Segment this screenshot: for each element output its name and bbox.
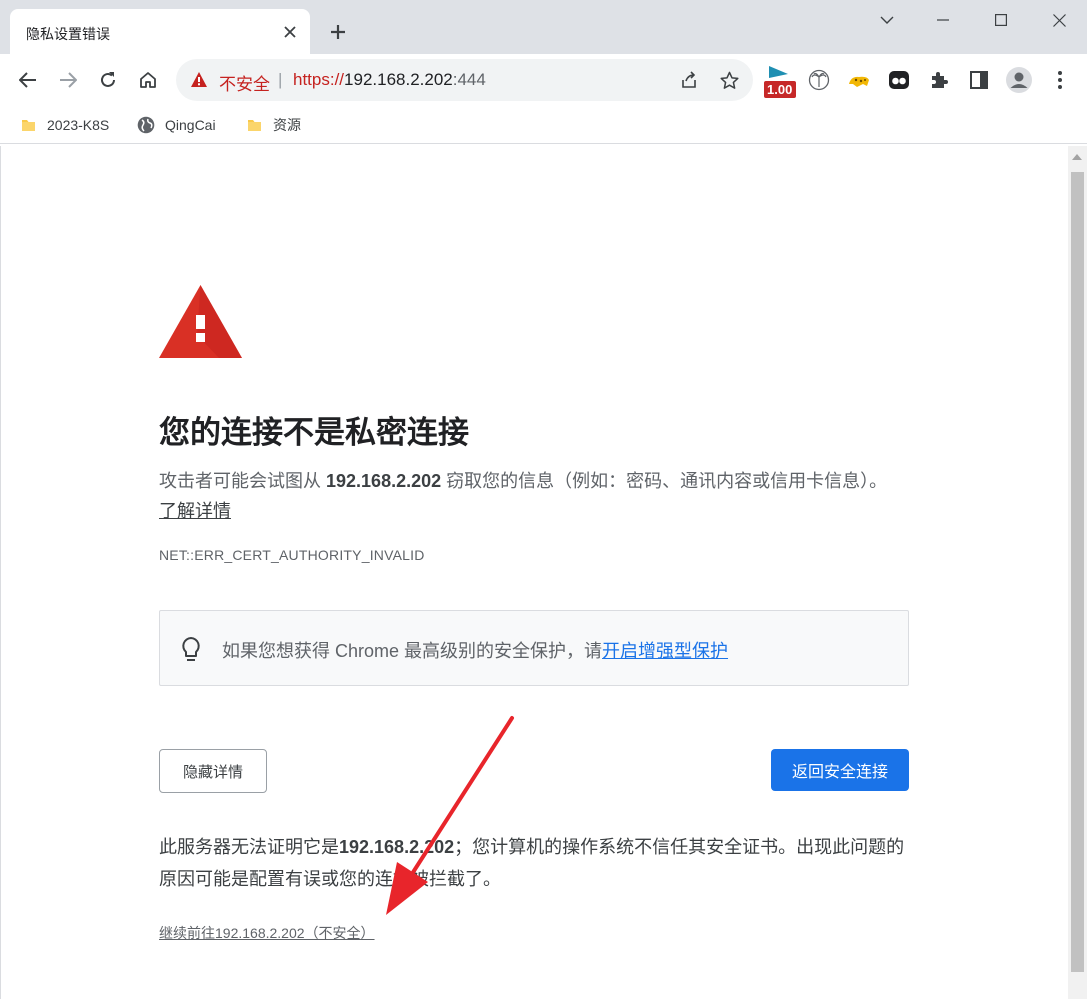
page-title: 您的连接不是私密连接 (159, 415, 469, 450)
minimize-button[interactable] (914, 0, 972, 40)
bookmark-label: 资源 (273, 117, 301, 133)
scroll-thumb[interactable] (1071, 172, 1084, 972)
url-text[interactable]: https://192.168.2.202:444 (293, 70, 486, 90)
url-port: :444 (452, 70, 486, 89)
bookmark-star-icon[interactable] (718, 69, 740, 91)
share-icon[interactable] (678, 69, 700, 91)
home-icon (140, 72, 156, 88)
reload-icon (101, 72, 115, 87)
error-code: NET::ERR_CERT_AUTHORITY_INVALID (159, 547, 425, 563)
url-host: 192.168.2.202 (344, 70, 453, 89)
browser-toolbar: 不安全 | https://192.168.2.202:444 1.00 (0, 54, 1087, 106)
lightbulb-icon (182, 637, 200, 661)
bookmarks-bar: 2023-K8S QingCai 资源 (0, 106, 1087, 144)
globe-icon (137, 116, 155, 134)
details-prefix: 此服务器无法证明它是 (159, 837, 339, 857)
extensions-button[interactable] (924, 65, 954, 95)
address-bar[interactable]: 不安全 | https://192.168.2.202:444 (176, 59, 753, 101)
extension-badge-text: 1.00 (767, 82, 793, 97)
home-button[interactable] (131, 63, 165, 97)
extension-tampermonkey-button[interactable] (844, 65, 874, 95)
arrow-left-icon (19, 72, 36, 88)
avatar-icon (1006, 67, 1032, 93)
tab-strip: 隐私设置错误 (0, 0, 1087, 54)
scroll-up-arrow[interactable] (1072, 154, 1082, 160)
enable-enhanced-protection-link[interactable]: 开启增强型保护 (602, 641, 728, 661)
arrow-right-icon (60, 72, 77, 88)
maximize-button[interactable] (972, 0, 1030, 40)
omnibox-separator: | (278, 70, 283, 89)
url-scheme: https:// (293, 70, 345, 89)
description-prefix: 攻击者可能会试图从 (159, 471, 327, 491)
more-vertical-icon (1058, 71, 1062, 89)
leopard-icon (849, 76, 869, 87)
close-icon[interactable] (280, 22, 300, 42)
side-panel-button[interactable] (964, 65, 994, 95)
eyes-icon (889, 71, 909, 89)
warning-description: 攻击者可能会试图从 192.168.2.202 窃取您的信息（例如：密码、通讯内… (159, 466, 889, 526)
description-host: 192.168.2.202 (326, 471, 442, 491)
tab-active[interactable]: 隐私设置错误 (10, 9, 310, 54)
bookmark-label: QingCai (165, 117, 216, 133)
bookmark-item[interactable]: 2023-K8S (20, 114, 109, 136)
hide-details-button[interactable]: 隐藏详情 (159, 749, 267, 793)
window-close-button[interactable] (1030, 0, 1087, 40)
extension-dark-button[interactable] (884, 65, 914, 95)
warning-triangle-icon (159, 285, 242, 358)
promo-text: 如果您想获得 Chrome 最高级别的安全保护，请开启增强型保护 (222, 637, 728, 663)
maximize-icon (995, 14, 1007, 26)
bookmark-label: 2023-K8S (47, 117, 110, 133)
details-host: 192.168.2.202 (339, 837, 455, 857)
new-tab-button[interactable] (324, 18, 352, 46)
folder-icon (246, 117, 263, 134)
close-icon (1052, 13, 1066, 27)
extension-palm-button[interactable] (804, 65, 834, 95)
learn-more-link[interactable]: 了解详情 (159, 501, 231, 521)
plus-icon (331, 25, 345, 39)
extension-speed-badge[interactable]: 1.00 (764, 64, 796, 98)
tab-title: 隐私设置错误 (26, 26, 110, 42)
security-label[interactable]: 不安全 (219, 70, 270, 95)
vertical-scrollbar[interactable] (1068, 146, 1087, 999)
details-text: 此服务器无法证明它是192.168.2.202；您计算机的操作系统不信任其安全证… (159, 831, 919, 895)
bookmark-item[interactable]: QingCai (137, 114, 216, 136)
back-to-safety-button[interactable]: 返回安全连接 (771, 749, 909, 791)
enhanced-protection-promo: 如果您想获得 Chrome 最高级别的安全保护，请开启增强型保护 (159, 610, 909, 686)
back-button[interactable] (11, 63, 45, 97)
forward-button[interactable] (51, 63, 85, 97)
warning-triangle-icon[interactable] (190, 71, 208, 89)
palm-tree-icon (808, 69, 830, 91)
tab-search-button[interactable] (858, 0, 916, 40)
description-suffix: 窃取您的信息（例如：密码、通讯内容或信用卡信息）。 (441, 471, 888, 491)
promo-message: 如果您想获得 Chrome 最高级别的安全保护，请 (222, 641, 603, 661)
bookmark-item[interactable]: 资源 (246, 114, 301, 136)
menu-button[interactable] (1045, 65, 1075, 95)
proceed-unsafe-link[interactable]: 继续前往192.168.2.202（不安全） (159, 923, 375, 943)
minimize-icon (937, 19, 949, 21)
reload-button[interactable] (91, 63, 125, 97)
folder-icon (20, 117, 37, 134)
profile-button[interactable] (1004, 65, 1034, 95)
puzzle-piece-icon (932, 72, 948, 88)
chevron-down-icon (880, 16, 894, 24)
side-panel-icon (970, 71, 988, 89)
